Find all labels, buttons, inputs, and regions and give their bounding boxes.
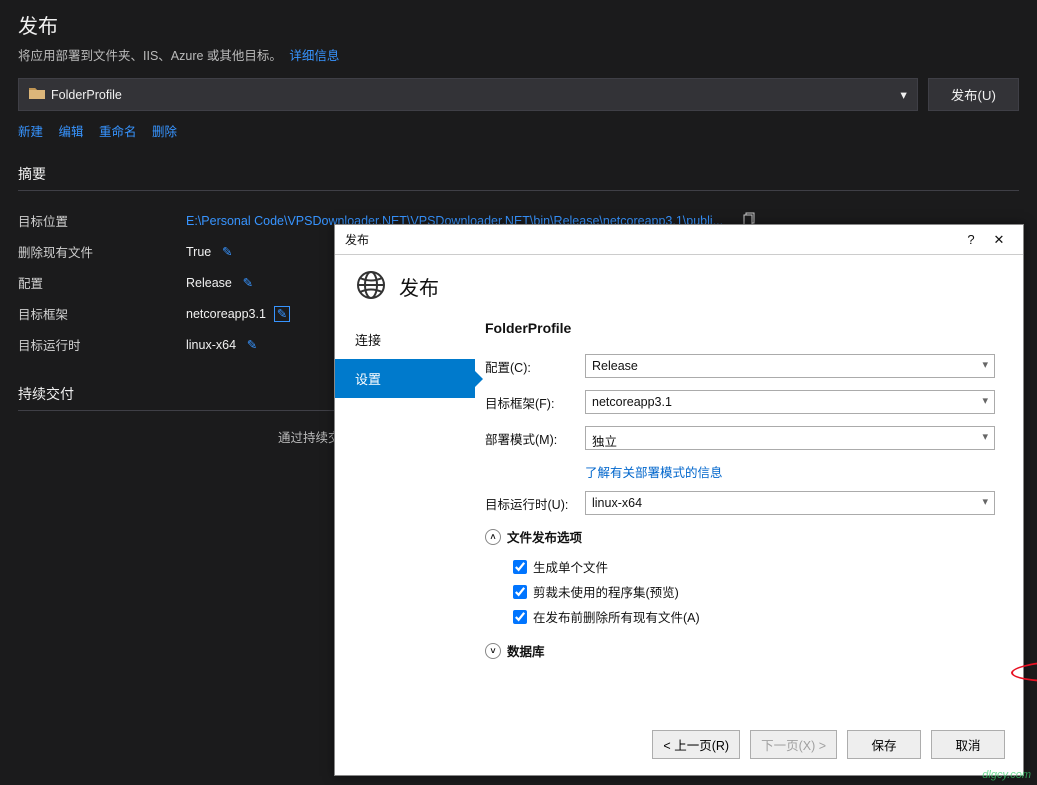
dialog-header: 发布 bbox=[399, 272, 439, 301]
folder-icon bbox=[29, 86, 45, 103]
annotation-circle bbox=[1011, 658, 1037, 684]
db-header: 数据库 bbox=[507, 641, 545, 660]
check-trim[interactable] bbox=[513, 585, 527, 599]
globe-icon bbox=[355, 269, 387, 304]
label-runtime: 目标运行时 bbox=[18, 335, 186, 354]
save-button[interactable]: 保存 bbox=[847, 730, 921, 759]
label-deploy-mode: 部署模式(M): bbox=[485, 429, 585, 448]
pencil-icon[interactable]: ✎ bbox=[219, 244, 235, 260]
next-button[interactable]: 下一页(X) > bbox=[750, 730, 837, 759]
action-new[interactable]: 新建 bbox=[18, 125, 43, 139]
value-config: Release bbox=[186, 276, 232, 290]
watermark: dlgcy.com bbox=[982, 769, 1031, 781]
chevron-up-icon[interactable]: ˄ bbox=[485, 529, 501, 545]
prev-button[interactable]: < 上一页(R) bbox=[652, 730, 740, 759]
label-runtime-d: 目标运行时(U): bbox=[485, 494, 585, 513]
help-icon[interactable]: ? bbox=[957, 232, 985, 247]
profile-name: FolderProfile bbox=[51, 88, 122, 102]
file-options-header: 文件发布选项 bbox=[507, 527, 582, 546]
action-edit[interactable]: 编辑 bbox=[59, 125, 84, 139]
page-title: 发布 bbox=[18, 10, 1019, 39]
profile-dropdown[interactable]: FolderProfile ▾ bbox=[18, 78, 918, 111]
label-target-location: 目标位置 bbox=[18, 211, 186, 230]
publish-dialog: 发布 ? ✕ 发布 连接 设置 FolderProfile 配置(C): Rel… bbox=[334, 224, 1024, 776]
pencil-icon[interactable]: ✎ bbox=[274, 306, 290, 322]
publish-button[interactable]: 发布(U) bbox=[928, 78, 1019, 111]
label-framework-d: 目标框架(F): bbox=[485, 393, 585, 412]
label-delete-existing: 删除现有文件 bbox=[18, 242, 186, 261]
value-delete-existing: True bbox=[186, 245, 211, 259]
value-runtime: linux-x64 bbox=[186, 338, 236, 352]
select-runtime[interactable]: linux-x64 bbox=[585, 491, 995, 515]
action-rename[interactable]: 重命名 bbox=[99, 125, 137, 139]
check-single-file[interactable] bbox=[513, 560, 527, 574]
dialog-window-title: 发布 bbox=[345, 231, 957, 248]
chevron-down-icon[interactable]: ˅ bbox=[485, 643, 501, 659]
summary-title: 摘要 bbox=[18, 164, 1019, 191]
check-single-file-row[interactable]: 生成单个文件 bbox=[485, 554, 995, 579]
label-config-d: 配置(C): bbox=[485, 357, 585, 376]
check-delete-before-row[interactable]: 在发布前删除所有现有文件(A) bbox=[485, 604, 995, 629]
select-config[interactable]: Release bbox=[585, 354, 995, 378]
check-delete-before[interactable] bbox=[513, 610, 527, 624]
close-icon[interactable]: ✕ bbox=[985, 232, 1013, 248]
chevron-down-icon: ▾ bbox=[901, 87, 907, 102]
cancel-button[interactable]: 取消 bbox=[931, 730, 1005, 759]
form-profile-name: FolderProfile bbox=[485, 320, 995, 336]
pencil-icon[interactable]: ✎ bbox=[240, 275, 256, 291]
nav-settings[interactable]: 设置 bbox=[335, 359, 475, 398]
select-framework[interactable]: netcoreapp3.1 bbox=[585, 390, 995, 414]
select-deploy-mode[interactable]: 独立 bbox=[585, 426, 995, 450]
label-config: 配置 bbox=[18, 273, 186, 292]
more-info-link[interactable]: 详细信息 bbox=[289, 49, 339, 63]
check-trim-row[interactable]: 剪裁未使用的程序集(预览) bbox=[485, 579, 995, 604]
nav-connection[interactable]: 连接 bbox=[335, 320, 475, 359]
value-framework: netcoreapp3.1 bbox=[186, 307, 266, 321]
page-description: 将应用部署到文件夹、IIS、Azure 或其他目标。 详细信息 bbox=[18, 45, 1019, 64]
deploy-mode-info-link[interactable]: 了解有关部署模式的信息 bbox=[585, 462, 723, 481]
label-framework: 目标框架 bbox=[18, 304, 186, 323]
action-delete[interactable]: 删除 bbox=[152, 125, 177, 139]
pencil-icon[interactable]: ✎ bbox=[244, 337, 260, 353]
